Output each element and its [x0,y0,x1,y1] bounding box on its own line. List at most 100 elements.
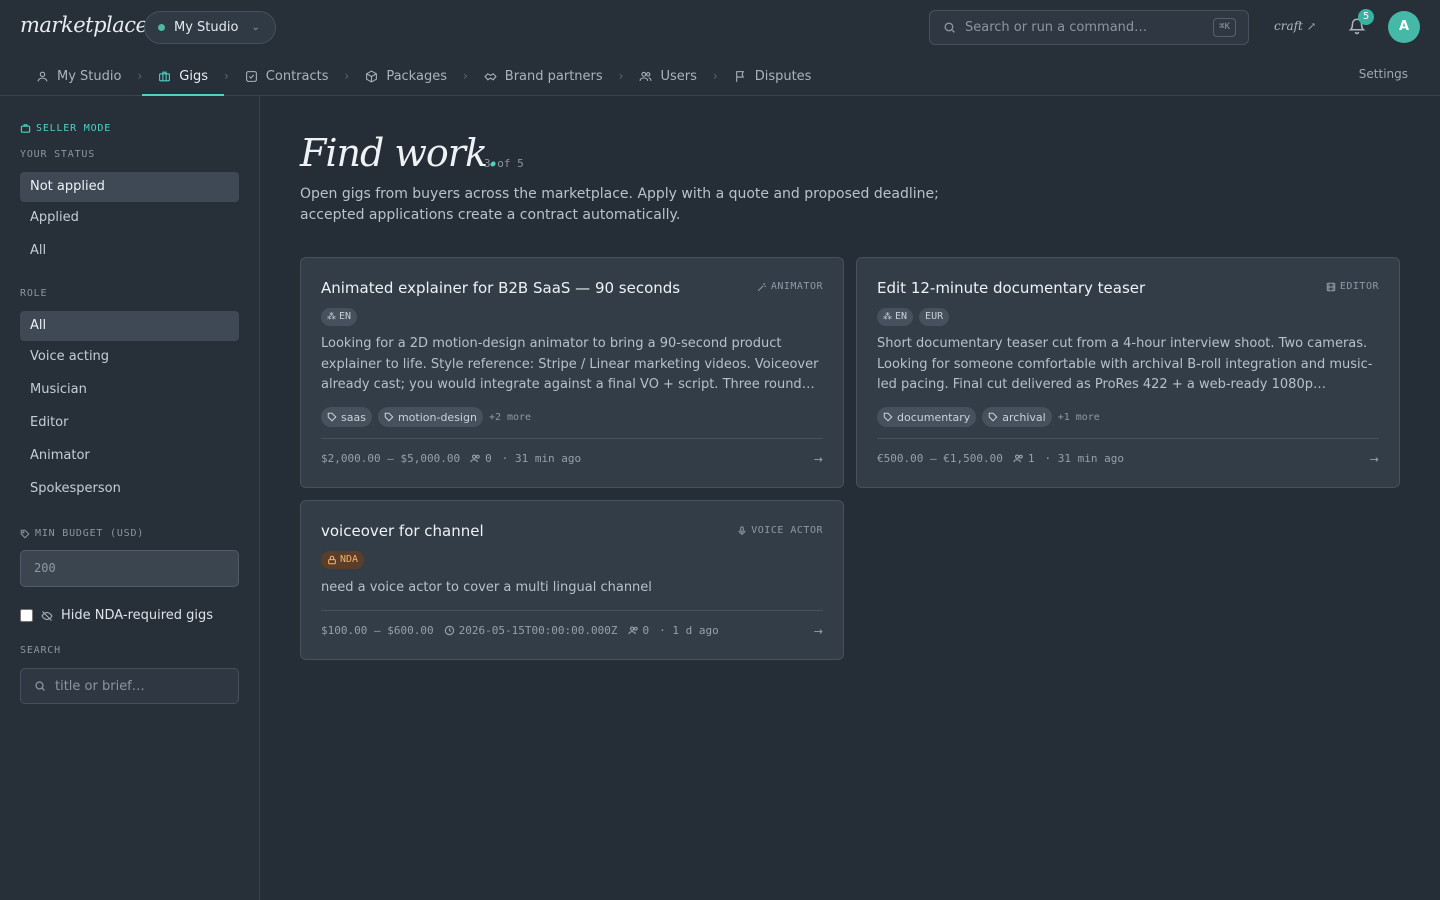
role-label: ANIMATOR [757,281,823,292]
more-tags: +2 more [488,411,532,423]
status-section-title: YOUR STATUS [20,149,96,160]
min-budget-input[interactable]: 200 [20,550,239,587]
tag: saas [321,407,372,427]
result-count: 3 of 5 [484,157,524,170]
studio-name: My Studio [174,20,239,35]
search-icon [35,681,45,691]
logo[interactable]: marketplace. [20,13,154,37]
divider [321,438,823,439]
wand-icon [757,282,766,291]
search-section-title: SEARCH [20,645,61,656]
tab-users[interactable]: Users [623,56,712,96]
search-placeholder: title or brief… [55,678,145,694]
tab-label: Gigs [179,68,208,84]
microphone-icon [738,525,746,535]
budget-range: $2,000.00 – $5,000.00 [321,452,461,465]
gig-card[interactable]: Animated explainer for B2B SaaS — 90 sec… [300,257,844,488]
arrow-right-icon[interactable]: → [814,453,823,466]
status-option-all[interactable]: All [20,236,239,266]
budget-range: $100.00 – $600.00 [321,624,434,637]
tab-label: Brand partners [504,68,603,84]
tab-label: My Studio [57,68,122,84]
tag-icon [327,412,337,422]
flag-icon [735,70,744,82]
chevron-down-icon: ⌄ [251,22,260,33]
gig-brief: Looking for a 2D motion-design animator … [321,336,819,392]
gig-meta: €500.00 – €1,500.00 1 · 31 min ago [877,452,1124,465]
tab-disputes[interactable]: Disputes [718,56,828,96]
tag-row: documentary archival +1 more [877,407,1100,427]
posted-age: · 31 min ago [1044,452,1124,465]
avatar[interactable]: A [1388,11,1420,43]
applicants: 0 [627,624,649,637]
clock-icon [444,625,454,636]
arrow-right-icon[interactable]: → [814,625,823,638]
role-label: EDITOR [1326,281,1379,292]
role-label: VOICE ACTOR [737,525,823,536]
role-option-all[interactable]: All [20,311,239,341]
nda-chip: NDA [321,551,365,569]
role-section-title: ROLE [20,288,48,299]
top-bar: marketplace. My Studio ⌄ Search or run a… [0,0,1440,96]
chip-row: ⁂ EN [321,308,358,326]
status-option-not-applied[interactable]: Not applied [20,172,239,202]
tab-label: Disputes [754,68,812,84]
tab-my-studio[interactable]: My Studio [20,56,137,96]
tag-icon [384,412,394,422]
translate-icon: ⁂ [883,312,892,322]
translate-icon: ⁂ [327,312,336,322]
arrow-right-icon[interactable]: → [1370,453,1379,466]
tag-row: saas motion-design +2 more [321,407,531,427]
divider [321,610,823,611]
gig-search-input[interactable]: title or brief… [20,668,239,704]
craft-link[interactable]: craft ↗ [1274,19,1316,33]
checkbox-icon [245,70,257,82]
notification-badge: 5 [1358,9,1374,25]
role-option-musician[interactable]: Musician [20,375,239,405]
gig-title: voiceover for channel [321,522,484,540]
tab-label: Packages [386,68,447,84]
studio-switcher[interactable]: My Studio ⌄ [144,11,276,44]
applicants: 1 [1013,452,1034,465]
users-icon [470,454,480,463]
status-option-applied[interactable]: Applied [20,203,239,233]
users-icon [640,71,652,81]
search-placeholder: Search or run a command… [965,20,1148,35]
tab-brand-partners[interactable]: Brand partners [468,56,619,96]
lock-icon [328,555,336,565]
command-search[interactable]: Search or run a command… ⌘K [929,10,1249,45]
language-chip: ⁂ EN [877,308,914,326]
tab-gigs[interactable]: Gigs [142,56,224,96]
seller-mode-label: SELLER MODE [20,123,111,134]
tag-icon [20,529,30,538]
search-icon [944,22,955,33]
language-chip: ⁂ EN [321,308,358,326]
tag-icon [883,412,893,422]
gig-title: Animated explainer for B2B SaaS — 90 sec… [321,279,681,297]
hide-nda-toggle[interactable]: Hide NDA-required gigs [20,608,213,623]
divider [877,438,1379,439]
role-option-spokesperson[interactable]: Spokesperson [20,474,239,504]
settings-link[interactable]: Settings [1359,67,1408,81]
tab-label: Contracts [265,68,329,84]
gig-brief: need a voice actor to cover a multi ling… [321,580,652,595]
posted-age: · 1 d ago [659,624,719,637]
role-option-voice-acting[interactable]: Voice acting [20,342,239,372]
role-option-animator[interactable]: Animator [20,441,239,471]
gig-card[interactable]: voiceover for channel VOICE ACTOR NDA ne… [300,500,844,660]
nda-checkbox[interactable] [20,609,33,622]
tag: documentary [877,407,977,427]
tab-packages[interactable]: Packages [349,56,463,96]
nav-tabs: My Studio › Gigs › Contracts › Packages … [20,56,827,96]
budget-range: €500.00 – €1,500.00 [877,452,1003,465]
nda-label: Hide NDA-required gigs [61,608,214,623]
role-option-editor[interactable]: Editor [20,408,239,438]
page-description: Open gigs from buyers across the marketp… [300,186,939,223]
gig-card[interactable]: Edit 12-minute documentary teaser EDITOR… [856,257,1400,488]
page-title: Find work. [300,131,499,175]
gig-title: Edit 12-minute documentary teaser [877,279,1146,297]
tab-contracts[interactable]: Contracts [229,56,345,96]
chip-row: ⁂ EN EUR [877,308,950,326]
shortcut-hint: ⌘K [1213,18,1236,37]
handshake-icon [484,72,497,80]
